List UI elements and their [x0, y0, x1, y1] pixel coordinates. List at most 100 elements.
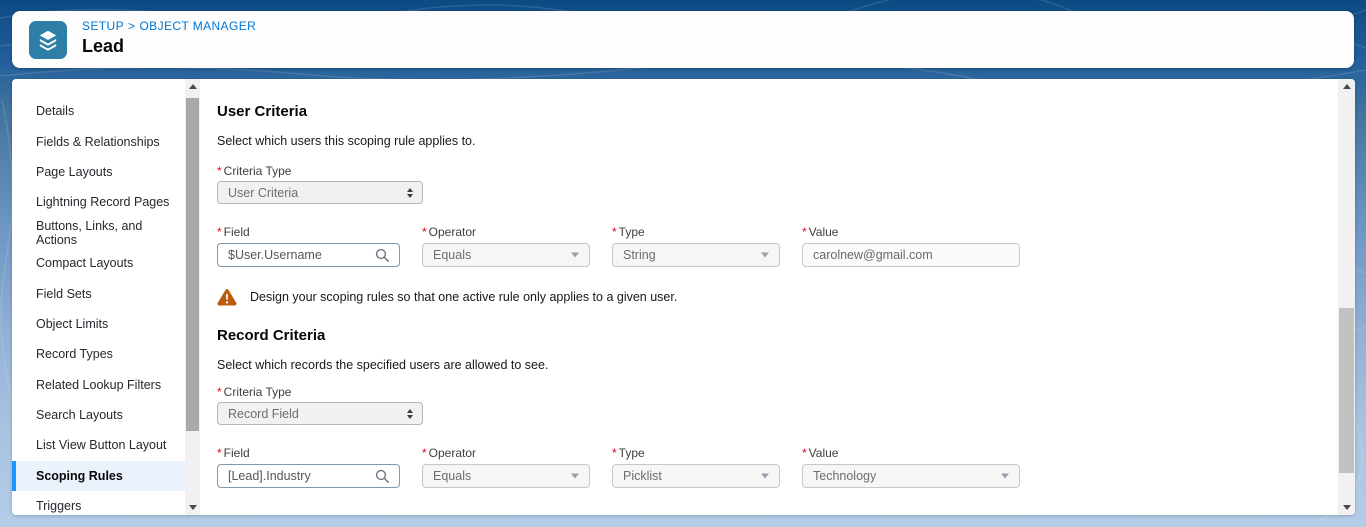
sidebar-item-lightning-record-pages[interactable]: Lightning Record Pages	[12, 187, 185, 217]
label-text: Value	[809, 446, 839, 460]
operator-label: *Operator	[422, 225, 590, 239]
main-scrollbar-thumb[interactable]	[1339, 308, 1354, 473]
sidebar-item-label: Search Layouts	[36, 408, 123, 422]
warning-icon	[217, 288, 237, 306]
operator-column: *Operator Equals	[422, 225, 590, 267]
sidebar-scrollbar-track[interactable]	[185, 94, 200, 500]
sidebar-item-record-types[interactable]: Record Types	[12, 339, 185, 369]
sidebar-item-search-layouts[interactable]: Search Layouts	[12, 400, 185, 430]
label-text: Type	[619, 446, 645, 460]
scroll-up-arrow-icon[interactable]	[1338, 79, 1355, 94]
sidebar-scrollbar-thumb[interactable]	[186, 98, 199, 431]
object-manager-icon	[29, 21, 67, 59]
dropdown-value: String	[623, 248, 656, 262]
select-value: Record Field	[228, 407, 299, 421]
sidebar-item-buttons-links-actions[interactable]: Buttons, Links, and Actions	[12, 218, 185, 248]
sidebar-item-page-layouts[interactable]: Page Layouts	[12, 157, 185, 187]
sidebar-item-compact-layouts[interactable]: Compact Layouts	[12, 248, 185, 278]
scoping-rule-warning: Design your scoping rules so that one ac…	[217, 288, 1318, 306]
content-panel: Details Fields & Relationships Page Layo…	[12, 79, 1355, 515]
field-label: *Field	[217, 225, 400, 239]
sidebar-item-field-sets[interactable]: Field Sets	[12, 278, 185, 308]
sidebar-item-label: Page Layouts	[36, 165, 112, 179]
breadcrumb: SETUP > OBJECT MANAGER	[82, 19, 256, 33]
scroll-up-arrow-icon[interactable]	[185, 79, 200, 94]
required-asterisk: *	[217, 385, 222, 399]
user-criteria-type-label: *Criteria Type	[217, 164, 1318, 178]
sidebar-item-label: Related Lookup Filters	[36, 378, 161, 392]
select-value: User Criteria	[228, 186, 298, 200]
required-asterisk: *	[217, 225, 222, 239]
user-field-lookup-input[interactable]: $User.Username	[217, 243, 400, 267]
dropdown-value: Equals	[433, 469, 471, 483]
sidebar-item-label: Record Types	[36, 347, 113, 361]
sidebar-item-scoping-rules[interactable]: Scoping Rules	[12, 461, 185, 491]
user-criteria-fields-row: *Field $User.Username *Operator Equals	[217, 225, 1318, 267]
select-stepper-icon	[407, 409, 413, 419]
search-icon[interactable]	[375, 248, 390, 263]
value-label: *Value	[802, 225, 1020, 239]
sidebar-item-list-view-button-layout[interactable]: List View Button Layout	[12, 430, 185, 460]
sidebar-item-label: Field Sets	[36, 287, 92, 301]
record-criteria-type-select[interactable]: Record Field	[217, 402, 423, 425]
sidebar-item-label: List View Button Layout	[36, 438, 166, 452]
required-asterisk: *	[612, 446, 617, 460]
label-text: Field	[224, 225, 250, 239]
breadcrumb-separator: >	[128, 19, 135, 33]
sidebar-item-details[interactable]: Details	[12, 96, 185, 126]
operator-label: *Operator	[422, 446, 590, 460]
search-icon[interactable]	[375, 469, 390, 484]
type-label: *Type	[612, 225, 780, 239]
record-criteria-type-label: *Criteria Type	[217, 385, 1318, 399]
chevron-down-icon	[571, 474, 579, 479]
sidebar-item-label: Compact Layouts	[36, 256, 133, 270]
main-scrollbar[interactable]	[1338, 79, 1355, 515]
user-type-dropdown[interactable]: String	[612, 243, 780, 267]
user-criteria-description: Select which users this scoping rule app…	[217, 133, 1318, 149]
sidebar-item-label: Details	[36, 104, 74, 118]
sidebar-item-related-lookup-filters[interactable]: Related Lookup Filters	[12, 370, 185, 400]
record-type-dropdown[interactable]: Picklist	[612, 464, 780, 488]
value-column: *Value Technology	[802, 446, 1020, 488]
required-asterisk: *	[422, 225, 427, 239]
chevron-down-icon	[761, 253, 769, 258]
user-operator-dropdown[interactable]: Equals	[422, 243, 590, 267]
operator-column: *Operator Equals	[422, 446, 590, 488]
label-text: Value	[809, 225, 839, 239]
sidebar-scrollbar[interactable]	[185, 79, 200, 515]
user-criteria-heading: User Criteria	[217, 104, 1318, 120]
label-text: Criteria Type	[224, 385, 292, 399]
warning-text: Design your scoping rules so that one ac…	[250, 290, 677, 304]
sidebar-item-triggers[interactable]: Triggers	[12, 491, 185, 515]
sidebar-item-label: Lightning Record Pages	[36, 195, 169, 209]
record-value-dropdown[interactable]: Technology	[802, 464, 1020, 488]
sidebar-item-fields-relationships[interactable]: Fields & Relationships	[12, 126, 185, 156]
select-stepper-icon	[407, 188, 413, 198]
field-column: *Field $User.Username	[217, 225, 400, 267]
main-scrollbar-track[interactable]	[1338, 94, 1355, 500]
sidebar-item-label: Fields & Relationships	[36, 135, 160, 149]
input-value: [Lead].Industry	[228, 469, 311, 483]
user-value-input[interactable]: carolnew@gmail.com	[802, 243, 1020, 267]
value-label: *Value	[802, 446, 1020, 460]
label-text: Criteria Type	[224, 164, 292, 178]
record-criteria-heading: Record Criteria	[217, 328, 1318, 344]
chevron-down-icon	[761, 474, 769, 479]
label-text: Field	[224, 446, 250, 460]
required-asterisk: *	[612, 225, 617, 239]
setup-page: SETUP>OBJECT MANAGER Lead Details Fields…	[0, 0, 1366, 527]
scoping-rule-form: User Criteria Select which users this sc…	[200, 79, 1338, 515]
record-operator-dropdown[interactable]: Equals	[422, 464, 590, 488]
scroll-down-arrow-icon[interactable]	[1338, 500, 1355, 515]
breadcrumb-object-manager-link[interactable]: OBJECT MANAGER	[139, 19, 256, 33]
dropdown-value: Equals	[433, 248, 471, 262]
sidebar-item-object-limits[interactable]: Object Limits	[12, 309, 185, 339]
layers-icon	[36, 28, 60, 52]
user-criteria-type-select[interactable]: User Criteria	[217, 181, 423, 204]
breadcrumb-setup-link[interactable]: SETUP	[82, 19, 124, 33]
scroll-down-arrow-icon[interactable]	[185, 500, 200, 515]
record-field-lookup-input[interactable]: [Lead].Industry	[217, 464, 400, 488]
required-asterisk: *	[217, 164, 222, 178]
dropdown-value: Picklist	[623, 469, 662, 483]
record-criteria-fields-row: * Field [Lead].Industry *Operator Equals	[217, 446, 1318, 488]
